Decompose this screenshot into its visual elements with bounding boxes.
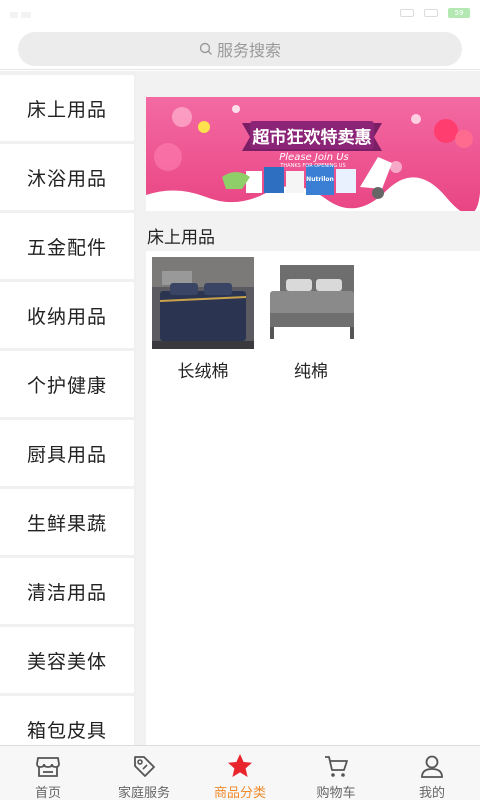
tab-label: 我的 bbox=[418, 786, 445, 800]
sidebar-item-bath[interactable]: 沐浴用品 bbox=[0, 144, 134, 210]
sidebar-item-storage[interactable]: 收纳用品 bbox=[0, 282, 134, 348]
sidebar-item-label: 生鲜果蔬 bbox=[26, 512, 107, 535]
sidebar-item-label: 清洁用品 bbox=[26, 581, 107, 604]
sidebar-item-label: 五金配件 bbox=[26, 236, 107, 259]
status-bar: 59 bbox=[0, 0, 480, 26]
sidebar-item-label: 床上用品 bbox=[26, 98, 107, 121]
product-item-pure-cotton[interactable]: 纯棉 bbox=[260, 257, 362, 382]
tab-home[interactable]: 首页 bbox=[0, 746, 96, 800]
category-sidebar: 床上用品 沐浴用品 五金配件 收纳用品 个护健康 厨具用品 生鲜果蔬 清洁用品 … bbox=[0, 71, 136, 745]
sidebar-item-label: 美容美体 bbox=[26, 650, 107, 673]
sidebar-item-label: 箱包皮具 bbox=[26, 719, 107, 742]
sidebar-item-luggage[interactable]: 箱包皮具 bbox=[0, 696, 134, 745]
cart-icon bbox=[325, 756, 348, 777]
wifi-icon bbox=[424, 9, 438, 17]
tab-home-services[interactable]: 家庭服务 bbox=[96, 746, 192, 800]
user-icon bbox=[421, 755, 443, 778]
sidebar-item-beauty[interactable]: 美容美体 bbox=[0, 627, 134, 693]
notification-icons bbox=[10, 6, 32, 18]
product-image bbox=[260, 257, 362, 349]
sidebar-item-cleaning[interactable]: 清洁用品 bbox=[0, 558, 134, 624]
tab-categories[interactable]: 商品分类 bbox=[192, 746, 288, 800]
battery-icon: 59 bbox=[448, 8, 470, 18]
bottom-tab-bar: 首页 家庭服务 商品分类 购物车 我的 bbox=[0, 745, 480, 800]
banner-tagline: THANKS FOR OPENING US bbox=[280, 163, 346, 169]
tab-label: 首页 bbox=[34, 786, 61, 800]
signal-icon bbox=[400, 9, 414, 17]
tab-label: 家庭服务 bbox=[117, 786, 170, 800]
tab-label: 购物车 bbox=[316, 786, 356, 800]
tab-label: 商品分类 bbox=[213, 786, 266, 800]
search-input[interactable]: 服务搜索 bbox=[18, 32, 462, 66]
product-grid: 长绒棉 纯棉 bbox=[146, 251, 480, 745]
star-icon bbox=[228, 754, 252, 777]
sidebar-item-personal-care[interactable]: 个护健康 bbox=[0, 351, 134, 417]
sidebar-item-fresh-produce[interactable]: 生鲜果蔬 bbox=[0, 489, 134, 555]
sidebar-item-label: 厨具用品 bbox=[26, 443, 107, 466]
tab-profile[interactable]: 我的 bbox=[384, 746, 480, 800]
banner-brand-label: Nutrilon bbox=[306, 176, 334, 183]
store-icon bbox=[36, 757, 60, 777]
sidebar-item-label: 沐浴用品 bbox=[26, 167, 107, 190]
sidebar-item-bedding[interactable]: 床上用品 bbox=[0, 75, 134, 141]
sidebar-item-label: 收纳用品 bbox=[26, 305, 107, 328]
product-name: 纯棉 bbox=[294, 362, 328, 382]
product-item-long-staple-cotton[interactable]: 长绒棉 bbox=[152, 257, 254, 382]
search-icon bbox=[199, 42, 212, 55]
tag-icon bbox=[134, 756, 155, 777]
product-name: 长绒棉 bbox=[177, 362, 229, 382]
promo-banner[interactable]: 超市狂欢特卖惠 Please Join Us THANKS FOR OPENIN… bbox=[146, 97, 480, 211]
sidebar-item-kitchen[interactable]: 厨具用品 bbox=[0, 420, 134, 486]
sidebar-item-label: 个护健康 bbox=[26, 374, 107, 397]
sidebar-item-hardware[interactable]: 五金配件 bbox=[0, 213, 134, 279]
product-image bbox=[152, 257, 254, 349]
banner-title: 超市狂欢特卖惠 bbox=[252, 128, 372, 148]
search-bar: 服务搜索 bbox=[0, 26, 480, 70]
section-title: 床上用品 bbox=[147, 228, 215, 248]
search-placeholder: 服务搜索 bbox=[216, 41, 281, 60]
tab-cart[interactable]: 购物车 bbox=[288, 746, 384, 800]
category-content: 超市狂欢特卖惠 Please Join Us THANKS FOR OPENIN… bbox=[136, 71, 480, 745]
banner-subtitle: Please Join Us bbox=[279, 152, 349, 163]
